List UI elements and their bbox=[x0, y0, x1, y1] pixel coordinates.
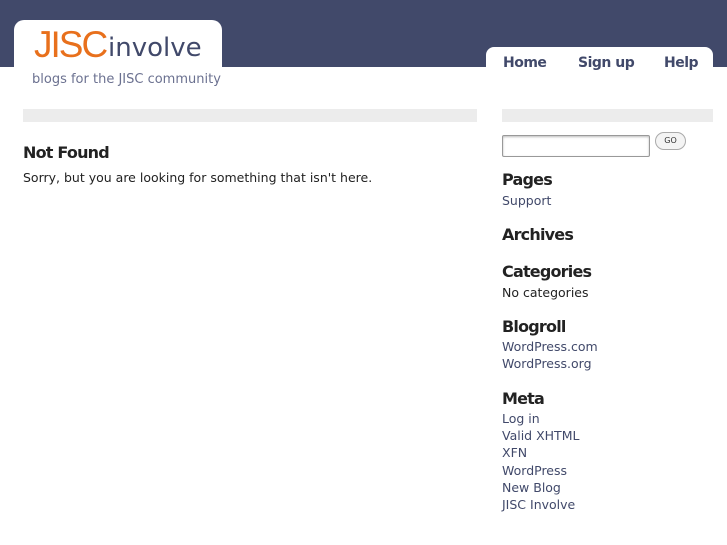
nav-help[interactable]: Help bbox=[664, 55, 699, 71]
main-nav: Home Sign up Help bbox=[486, 47, 713, 81]
search-go-button[interactable]: GO bbox=[655, 132, 686, 150]
blogroll-link-wordpress-org[interactable]: WordPress.org bbox=[502, 356, 592, 371]
search-input[interactable] bbox=[502, 135, 650, 157]
content-divider bbox=[23, 109, 477, 122]
meta-link-wordpress[interactable]: WordPress bbox=[502, 463, 567, 478]
meta-link-jisc-involve[interactable]: JISC Involve bbox=[502, 497, 575, 512]
archives-heading: Archives bbox=[502, 225, 574, 244]
blogroll-link-wordpress-com[interactable]: WordPress.com bbox=[502, 339, 598, 354]
sidebar-divider bbox=[502, 109, 713, 122]
pages-heading: Pages bbox=[502, 170, 553, 189]
logo-word: involve bbox=[108, 33, 202, 63]
pages-link-support[interactable]: Support bbox=[502, 193, 551, 208]
meta-link-xfn[interactable]: XFN bbox=[502, 445, 527, 460]
logo-brand: JISC bbox=[34, 24, 108, 65]
blogroll-heading: Blogroll bbox=[502, 317, 566, 336]
page-title: Not Found bbox=[23, 143, 110, 162]
categories-empty: No categories bbox=[502, 285, 589, 300]
meta-link-new-blog[interactable]: New Blog bbox=[502, 480, 561, 495]
meta-link-log-in[interactable]: Log in bbox=[502, 411, 540, 426]
not-found-message: Sorry, but you are looking for something… bbox=[23, 170, 373, 185]
nav-home[interactable]: Home bbox=[503, 55, 547, 71]
nav-sign-up[interactable]: Sign up bbox=[578, 55, 635, 71]
meta-heading: Meta bbox=[502, 389, 545, 408]
meta-link-valid-xhtml[interactable]: Valid XHTML bbox=[502, 428, 579, 443]
site-logo[interactable]: JISC involve blogs for the JISC communit… bbox=[14, 20, 222, 96]
categories-heading: Categories bbox=[502, 262, 592, 281]
site-tagline: blogs for the JISC community bbox=[32, 72, 221, 87]
